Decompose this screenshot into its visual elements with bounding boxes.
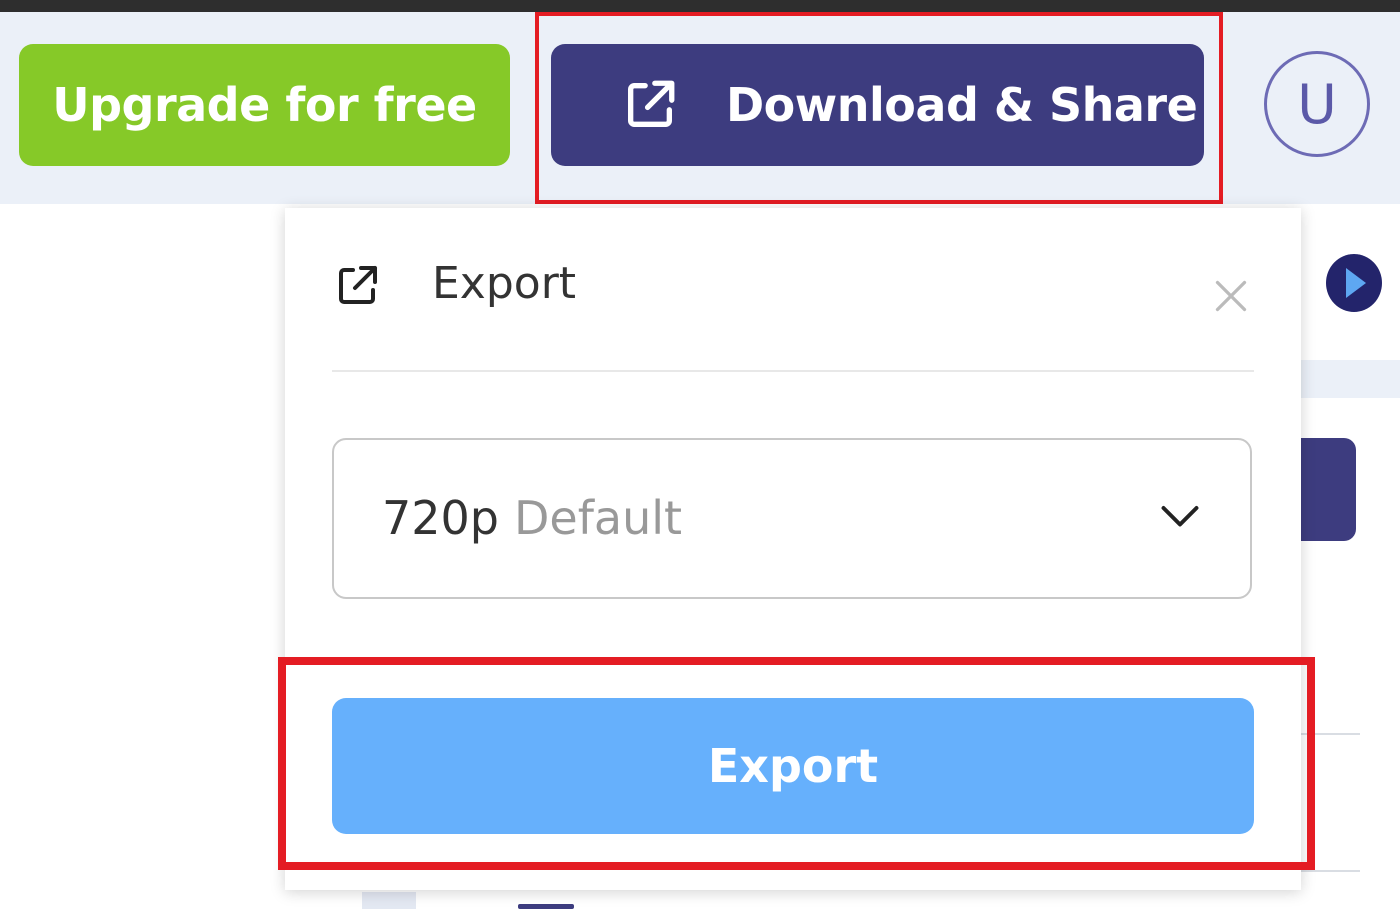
resolution-select[interactable]: 720p Default <box>332 438 1252 599</box>
user-avatar[interactable]: U <box>1264 51 1370 157</box>
background-divider <box>1300 870 1360 872</box>
background-strip <box>1300 360 1400 398</box>
popup-divider <box>332 370 1254 372</box>
close-icon[interactable] <box>1213 278 1249 314</box>
upgrade-button-label: Upgrade for free <box>52 78 477 132</box>
chevron-down-icon <box>1161 506 1199 527</box>
highlight-box-download <box>535 12 1223 204</box>
popup-title: Export <box>432 258 577 309</box>
resolution-note: Default <box>514 491 683 545</box>
resolution-value: 720p <box>382 491 499 545</box>
background-panel <box>362 892 416 909</box>
background-bar <box>518 904 574 909</box>
upgrade-button[interactable]: Upgrade for free <box>19 44 510 166</box>
external-link-icon <box>339 266 377 304</box>
highlight-box-export <box>278 657 1315 870</box>
window-top-edge <box>0 0 1400 12</box>
play-icon[interactable] <box>1326 254 1382 312</box>
avatar-initial: U <box>1297 72 1337 136</box>
